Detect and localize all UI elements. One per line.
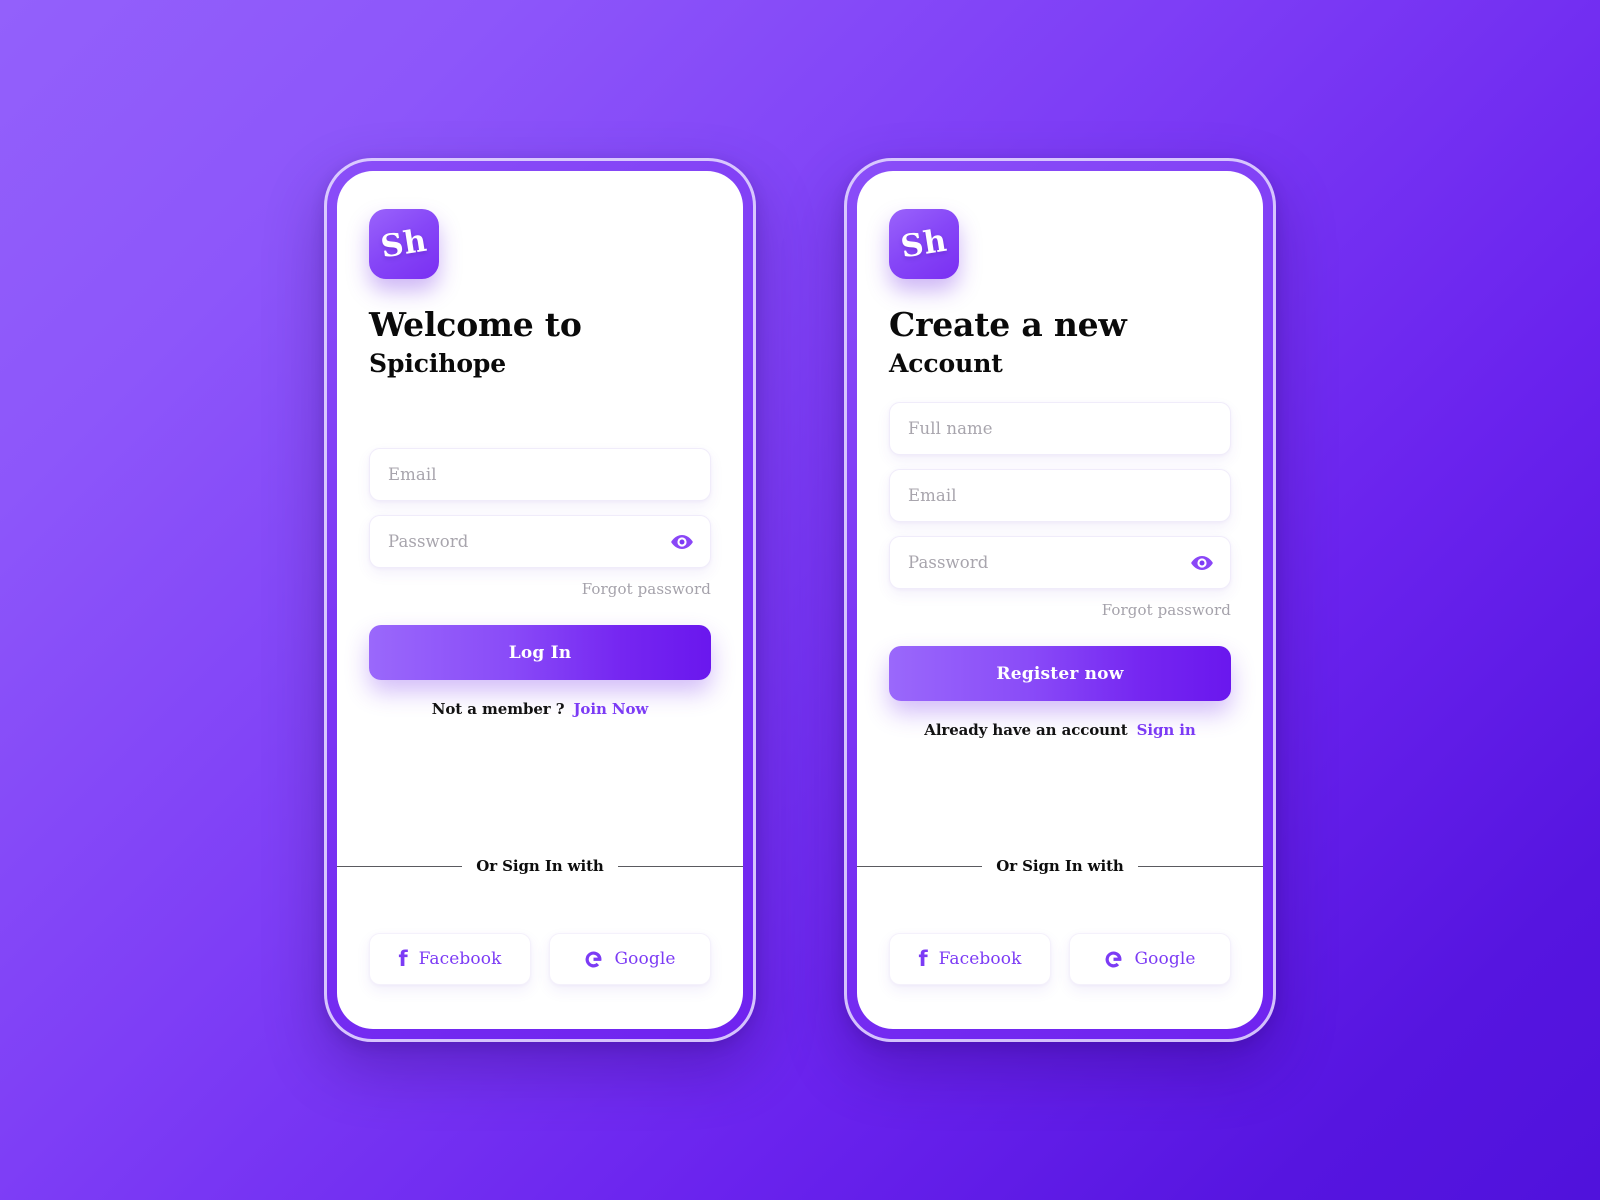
google-icon — [584, 950, 603, 969]
facebook-button-label: Facebook — [418, 949, 502, 969]
divider-rule-left — [857, 865, 983, 867]
full-name-field-placeholder: Full name — [908, 419, 993, 439]
not-a-member-label: Not a member ? — [431, 700, 565, 719]
forgot-password-link[interactable]: Forgot password — [582, 580, 711, 598]
login-phone-frame: Sh Welcome to Spicihope Email Password F… — [324, 158, 756, 1042]
signup-title-block: Create a new Account — [889, 305, 1231, 380]
email-field[interactable]: Email — [889, 469, 1231, 523]
already-have-account-label: Already have an account — [924, 721, 1128, 740]
app-logo-text: Sh — [378, 222, 430, 265]
google-login-button[interactable]: Google — [549, 933, 711, 985]
google-button-label: Google — [1134, 949, 1196, 969]
page-title: Welcome to — [369, 305, 582, 344]
password-field-placeholder: Password — [908, 553, 989, 573]
eye-icon[interactable] — [670, 533, 694, 551]
email-field-placeholder: Email — [388, 465, 437, 485]
login-footer-prompt-row: Not a member ? Join Now — [369, 700, 711, 718]
signup-footer-prompt-row: Already have an account Sign in — [889, 721, 1231, 739]
join-now-link[interactable]: Join Now — [573, 700, 648, 718]
login-title-block: Welcome to Spicihope — [369, 305, 711, 380]
password-field[interactable]: Password — [889, 536, 1231, 590]
divider-label: Or Sign In with — [476, 857, 604, 875]
forgot-password-link[interactable]: Forgot password — [1102, 601, 1231, 619]
screens-stage: Sh Welcome to Spicihope Email Password F… — [0, 0, 1600, 1200]
login-forgot-row: Forgot password — [369, 580, 711, 598]
page-title: Create a new — [889, 305, 1127, 344]
register-button[interactable]: Register now — [889, 646, 1231, 702]
login-button[interactable]: Log In — [369, 625, 711, 681]
divider-label: Or Sign In with — [996, 857, 1124, 875]
facebook-icon: f — [918, 946, 928, 971]
email-field-placeholder: Email — [908, 486, 957, 506]
google-icon — [1104, 950, 1123, 969]
facebook-login-button[interactable]: f Facebook — [369, 933, 531, 985]
page-subtitle: Account — [889, 348, 1003, 378]
login-form-fields: Email Password — [369, 448, 711, 569]
signup-divider: Or Sign In with — [857, 857, 1263, 875]
app-logo: Sh — [369, 209, 439, 279]
signup-phone-frame: Sh Create a new Account Full name Email — [844, 158, 1276, 1042]
sign-in-link[interactable]: Sign in — [1137, 721, 1196, 739]
password-field[interactable]: Password — [369, 515, 711, 569]
facebook-signup-button[interactable]: f Facebook — [889, 933, 1051, 985]
login-divider: Or Sign In with — [337, 857, 743, 875]
app-logo-text: Sh — [898, 222, 950, 265]
google-signup-button[interactable]: Google — [1069, 933, 1231, 985]
eye-icon[interactable] — [1190, 554, 1214, 572]
full-name-field[interactable]: Full name — [889, 402, 1231, 456]
signup-social-buttons: f Facebook Google — [889, 933, 1231, 985]
login-screen: Sh Welcome to Spicihope Email Password F… — [337, 171, 743, 1029]
signup-forgot-row: Forgot password — [889, 601, 1231, 619]
app-logo: Sh — [889, 209, 959, 279]
login-social-buttons: f Facebook Google — [369, 933, 711, 985]
email-field[interactable]: Email — [369, 448, 711, 502]
divider-rule-right — [1137, 865, 1263, 867]
page-subtitle: Spicihope — [369, 348, 507, 378]
login-phone-bezel: Sh Welcome to Spicihope Email Password F… — [327, 161, 753, 1039]
facebook-button-label: Facebook — [938, 949, 1022, 969]
divider-rule-left — [337, 865, 463, 867]
password-field-placeholder: Password — [388, 532, 469, 552]
divider-rule-right — [617, 865, 743, 867]
signup-screen: Sh Create a new Account Full name Email — [857, 171, 1263, 1029]
google-button-label: Google — [614, 949, 676, 969]
signup-phone-bezel: Sh Create a new Account Full name Email — [847, 161, 1273, 1039]
facebook-icon: f — [398, 946, 408, 971]
signup-form-fields: Full name Email Password — [889, 402, 1231, 590]
